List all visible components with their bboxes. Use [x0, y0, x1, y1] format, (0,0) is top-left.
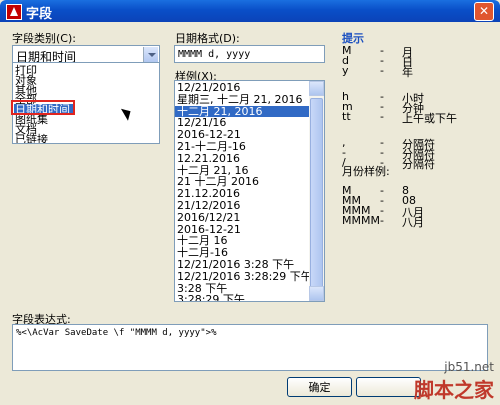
hint-code: tt: [342, 110, 351, 123]
ok-button[interactable]: 确定: [287, 377, 352, 397]
hint-meaning: 分隔符: [402, 158, 435, 171]
examples-list[interactable]: 12/21/2016 星期三, 十二月 21, 2016 十二月 21, 2016 1…: [174, 80, 325, 302]
chevron-down-icon[interactable]: [143, 47, 158, 63]
hint-meaning: 上午或下午: [402, 112, 457, 125]
example-item[interactable]: 21/12/2016: [175, 200, 309, 212]
example-item[interactable]: 21-十二月-16: [175, 141, 309, 153]
example-item[interactable]: 星期三, 十二月 21, 2016: [175, 93, 309, 106]
example-item[interactable]: 3:28:29 下午: [175, 294, 309, 301]
category-combo[interactable]: 日期和时间: [12, 45, 160, 64]
selection-highlight-box: [11, 100, 75, 115]
format-input[interactable]: MMMM d, yyyy: [174, 45, 325, 63]
watermark-name: 脚本之家: [414, 378, 494, 402]
expression-value: %<\AcVar SaveDate \f "MMMM d, yyyy">%: [16, 328, 217, 338]
format-input-value: MMMM d, yyyy: [178, 49, 251, 60]
example-item[interactable]: 12/21/2016 3:28:29 下午: [175, 270, 312, 283]
example-item[interactable]: 12.21.2016: [175, 152, 309, 165]
hint-dash: -: [380, 64, 384, 77]
autocad-app-icon: [6, 4, 22, 20]
window-title: 字段: [26, 7, 53, 22]
close-button[interactable]: ✕: [474, 2, 494, 21]
scroll-thumb[interactable]: [310, 98, 323, 298]
watermark-url: jb51.net: [444, 360, 494, 374]
hint-dash: -: [380, 214, 384, 227]
hint-meaning: 年: [402, 66, 413, 79]
hint-code: y: [342, 64, 349, 77]
title-bar: 字段 ✕: [0, 0, 500, 22]
hint-code: MMMM: [342, 214, 380, 227]
scroll-down-button[interactable]: [309, 286, 324, 301]
watermark: jb51.net 脚本之家: [414, 360, 494, 403]
category-item[interactable]: 已链接: [14, 134, 75, 143]
cancel-button[interactable]: [356, 377, 421, 397]
example-item[interactable]: 12/21/2016 3:28 下午: [175, 259, 309, 271]
category-label: 字段类别(C):: [12, 32, 76, 45]
examples-scrollbar[interactable]: [309, 81, 324, 301]
hint-dash: -: [380, 110, 384, 123]
hint-meaning: 八月: [402, 216, 424, 229]
format-label: 日期格式(D):: [175, 32, 240, 45]
month-title: 月份样例:: [342, 165, 390, 178]
example-item[interactable]: 2016/12/21: [175, 211, 309, 224]
scroll-up-button[interactable]: [309, 81, 324, 96]
examples-items: 12/21/2016 星期三, 十二月 21, 2016 十二月 21, 2016 1…: [175, 82, 312, 301]
